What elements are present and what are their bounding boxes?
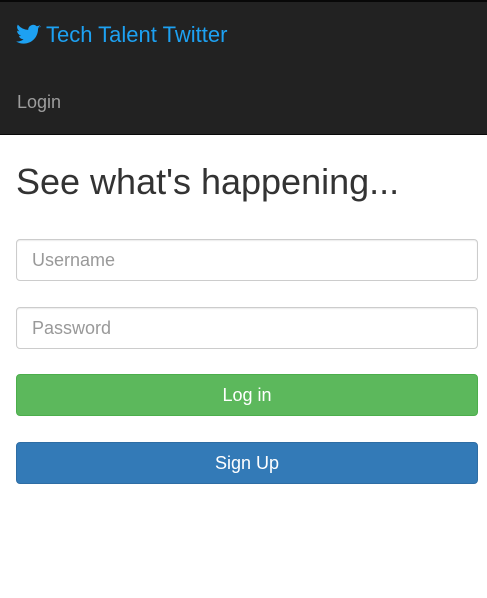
login-nav-link[interactable]: Login (17, 91, 61, 113)
top-navbar: Tech Talent Twitter Login (0, 0, 487, 135)
brand-title: Tech Talent Twitter (46, 22, 228, 47)
password-input[interactable] (16, 307, 478, 349)
signup-button[interactable]: Sign Up (16, 442, 478, 484)
username-input[interactable] (16, 239, 478, 281)
login-button[interactable]: Log in (16, 374, 478, 416)
page-headline: See what's happening... (16, 161, 400, 202)
brand-link[interactable]: Tech Talent Twitter (16, 21, 227, 49)
twitter-bird-icon (16, 24, 41, 46)
